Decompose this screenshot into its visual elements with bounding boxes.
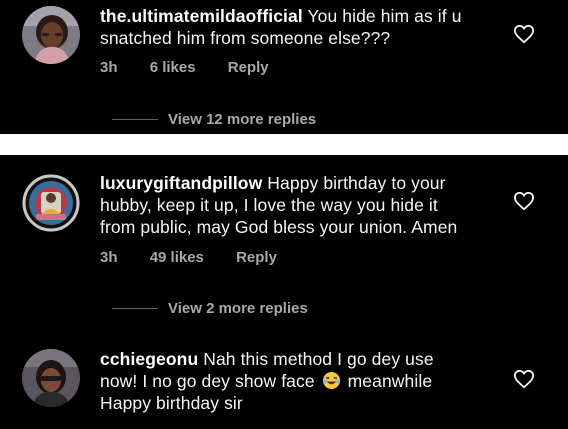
avatar[interactable] [22, 6, 80, 64]
comment-text: the.ultimatemildaofficial You hide him a… [100, 5, 500, 49]
view-more-label: View 2 more replies [168, 299, 308, 317]
comment-text: luxurygiftandpillow Happy birthday to yo… [100, 172, 500, 238]
comment-body: You hide him as if u [302, 6, 462, 26]
comment-username[interactable]: luxurygiftandpillow [100, 173, 262, 193]
heart-outline-icon[interactable] [513, 191, 535, 211]
laughing-emoji-icon [322, 371, 340, 390]
divider-line [112, 118, 158, 120]
comment-time: 3h [100, 59, 118, 76]
comment-body: Nah this method I go dey use [198, 349, 434, 369]
comment-body: from public, may God bless your union. A… [100, 217, 458, 237]
comment-panel-top: the.ultimatemildaofficial You hide him a… [0, 0, 568, 134]
avatar[interactable] [22, 174, 80, 232]
likes-count[interactable]: 49 likes [150, 249, 204, 266]
heart-outline-icon[interactable] [513, 369, 535, 389]
reply-button[interactable]: Reply [228, 59, 269, 76]
comment-body: snatched him from someone else??? [100, 28, 391, 48]
divider-line [112, 307, 158, 309]
reply-button[interactable]: Reply [236, 249, 277, 266]
avatar[interactable] [22, 349, 80, 407]
view-more-replies[interactable]: View 12 more replies [112, 109, 316, 129]
comment-body: now! I no go dey show face [100, 371, 315, 391]
comment-meta: 3h 6 likes Reply [100, 59, 269, 76]
likes-count[interactable]: 6 likes [150, 59, 196, 76]
view-more-label: View 12 more replies [168, 110, 317, 128]
comment-panel-bottom: luxurygiftandpillow Happy birthday to yo… [0, 155, 568, 429]
comment-meta: 3h 49 likes Reply [100, 249, 277, 266]
comment-username[interactable]: cchiegeonu [100, 349, 198, 369]
comment-text: cchiegeonu Nah this method I go dey use … [100, 348, 500, 414]
comment-time: 3h [100, 249, 118, 266]
heart-outline-icon[interactable] [513, 24, 535, 44]
view-more-replies[interactable]: View 2 more replies [112, 298, 308, 318]
comment-body: hubby, keep it up, I love the way you hi… [100, 195, 438, 215]
comment-body: Happy birthday sir [100, 393, 243, 413]
comment-body: Happy birthday to your [262, 173, 446, 193]
comment-username[interactable]: the.ultimatemildaofficial [100, 6, 303, 26]
comment-body: meanwhile [347, 371, 433, 391]
